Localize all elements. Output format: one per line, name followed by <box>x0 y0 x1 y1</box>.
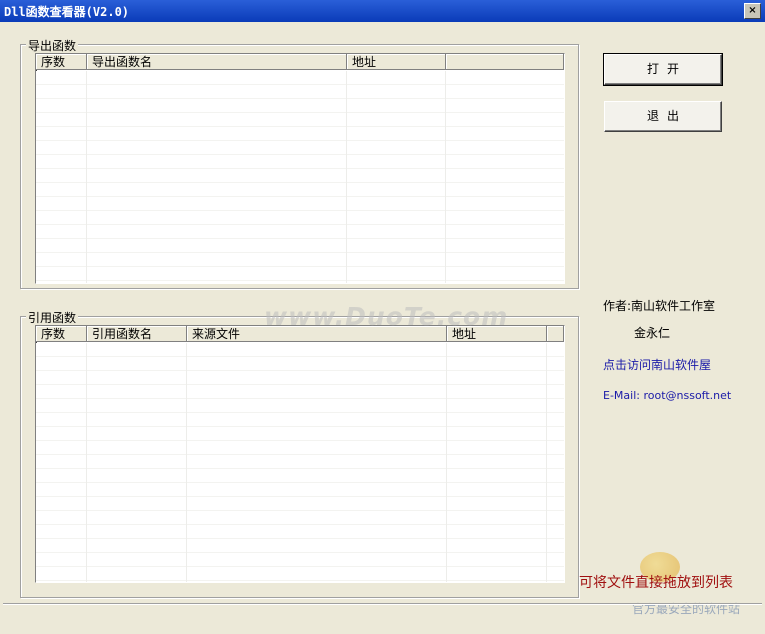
author-name: 金永仁 <box>634 326 671 340</box>
col-header-export-name[interactable]: 导出函数名 <box>87 54 347 70</box>
email-link[interactable]: E-Mail: root@nssoft.net <box>603 389 731 402</box>
status-bar <box>3 603 762 632</box>
export-col-divider <box>445 71 446 283</box>
open-button[interactable]: 打开 <box>603 53 723 86</box>
title-bar[interactable]: Dll函数查看器(V2.0) × <box>0 0 765 22</box>
author-label: 作者:南山软件工作室 <box>603 299 716 313</box>
col-header-address[interactable]: 地址 <box>347 54 446 70</box>
import-col-divider <box>546 343 547 582</box>
import-list-rows[interactable] <box>36 343 564 582</box>
import-col-divider <box>446 343 447 582</box>
import-functions-list[interactable]: 序数 引用函数名 来源文件 地址 <box>35 325 565 583</box>
visit-website-link[interactable]: 点击访问南山软件屋 <box>603 356 734 373</box>
export-col-divider <box>86 71 87 283</box>
export-list-rows[interactable] <box>36 71 564 283</box>
close-icon[interactable]: × <box>748 5 756 16</box>
export-col-divider <box>346 71 347 283</box>
col-header-extra[interactable] <box>547 326 564 342</box>
window-title: Dll函数查看器(V2.0) <box>4 5 130 19</box>
exit-button[interactable]: 退出 <box>604 101 722 132</box>
center-watermark: www.DuoTe.com <box>264 302 509 331</box>
col-header-ordinal[interactable]: 序数 <box>36 54 87 70</box>
import-col-divider <box>86 343 87 582</box>
close-button[interactable]: × <box>744 3 761 19</box>
col-header-ordinal[interactable]: 序数 <box>36 326 87 342</box>
col-header-import-name[interactable]: 引用函数名 <box>87 326 187 342</box>
import-col-divider <box>186 343 187 582</box>
drag-drop-hint: 可将文件直接拖放到列表 <box>579 575 733 591</box>
col-header-extra[interactable] <box>446 54 564 70</box>
import-functions-group-label: 引用函数 <box>26 309 79 326</box>
export-functions-group-label: 导出函数 <box>26 37 79 54</box>
export-functions-list[interactable]: 序数 导出函数名 地址 <box>35 53 565 284</box>
